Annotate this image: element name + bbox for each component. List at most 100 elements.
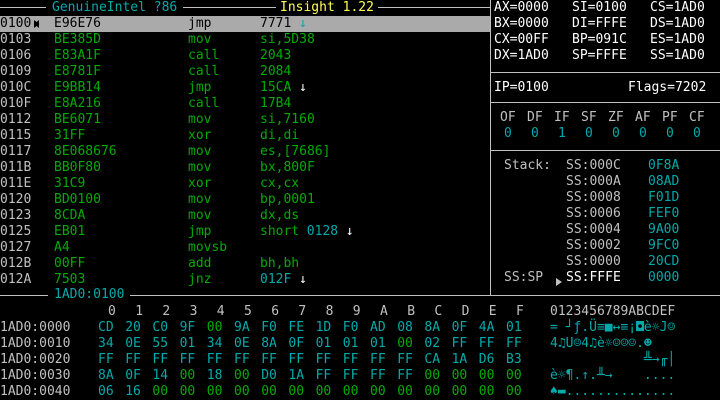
register-value[interactable]: CX=00FF xyxy=(494,32,549,48)
disasm-row[interactable]: 010F E8A216 call 17B4 xyxy=(0,96,490,112)
stack-value[interactable]: 9A00 xyxy=(648,222,679,238)
dump-ascii[interactable]: = ┘ƒ.Ü≡■↔≡¡◘è☼J☺ xyxy=(550,320,675,336)
stack-value[interactable]: 08AD xyxy=(648,174,679,190)
dump-byte[interactable]: 08 xyxy=(397,320,413,336)
dump-byte[interactable]: 00 xyxy=(234,368,250,384)
dump-byte[interactable]: 00 xyxy=(424,368,440,384)
dump-byte[interactable]: 00 xyxy=(343,384,359,400)
dump-byte[interactable]: FF xyxy=(316,352,332,368)
dump-byte[interactable]: 02 xyxy=(424,336,440,352)
dump-byte[interactable]: FF xyxy=(370,352,386,368)
disasm-row[interactable]: 0120 BD0100 mov bp,0001 xyxy=(0,192,490,208)
dump-byte[interactable]: 00 xyxy=(452,368,468,384)
dump-byte[interactable]: 00 xyxy=(397,336,413,352)
dump-byte[interactable]: 9A xyxy=(234,320,250,336)
dump-byte[interactable]: 0F xyxy=(125,368,141,384)
flag-value[interactable]: 0 xyxy=(666,126,674,142)
dump-byte[interactable]: FF xyxy=(343,352,359,368)
flags-register[interactable]: Flags=7202 xyxy=(628,80,706,96)
sssp-address[interactable]: SS:FFFE xyxy=(566,270,621,286)
dump-byte[interactable]: 00 xyxy=(424,384,440,400)
register-value[interactable]: CS=1AD0 xyxy=(650,0,705,16)
dump-byte[interactable]: 00 xyxy=(506,368,522,384)
dump-byte[interactable]: CD xyxy=(98,320,114,336)
dump-byte[interactable]: 00 xyxy=(479,384,495,400)
disasm-row[interactable]: 0109 E8781F call 2084 xyxy=(0,64,490,80)
dump-byte[interactable]: FF xyxy=(316,368,332,384)
dump-byte[interactable]: 4A xyxy=(479,320,495,336)
registers-pane[interactable]: AX=0000 SI=0100 CS=1AD0 BX=0000 DI=FFFE DS=1A… xyxy=(494,0,720,64)
register-value[interactable]: DS=1AD0 xyxy=(650,16,705,32)
ip-register[interactable]: IP=0100 xyxy=(494,80,549,96)
disasm-row[interactable]: 0103 BE385D mov si,5D38 xyxy=(0,32,490,48)
dump-byte[interactable]: FF xyxy=(288,352,304,368)
memory-dump-pane[interactable]: 0 1 2 3 4 5 6 7 8 9 A B C D E F 0123456789ABCDEF 1AD0:000… xyxy=(0,304,720,400)
dump-byte[interactable]: 0F xyxy=(288,336,304,352)
dump-byte[interactable]: 0F xyxy=(452,320,468,336)
register-value[interactable]: DX=1AD0 xyxy=(494,48,549,64)
dump-byte[interactable]: D6 xyxy=(479,352,495,368)
disasm-row[interactable]: 0127 A4 movsb xyxy=(0,240,490,256)
flag-value[interactable]: 0 xyxy=(585,126,593,142)
disasm-row[interactable]: 012B 00FF add bh,bh xyxy=(0,256,490,272)
stack-value[interactable]: F01D xyxy=(648,190,679,206)
dump-byte[interactable]: 00 xyxy=(180,368,196,384)
dump-byte[interactable]: FF xyxy=(343,368,359,384)
dump-byte[interactable]: FF xyxy=(452,336,468,352)
dump-byte[interactable]: 00 xyxy=(506,384,522,400)
flag-value[interactable]: 0 xyxy=(504,126,512,142)
dump-byte[interactable]: 00 xyxy=(452,384,468,400)
disasm-row[interactable]: 0125 EB01 jmp short 0128 ↓ xyxy=(0,224,490,240)
dump-byte[interactable]: 8A xyxy=(424,320,440,336)
dump-byte[interactable]: FF xyxy=(98,352,114,368)
disasm-row[interactable]: 0100 E96E76 jmp 7771 ↓ xyxy=(0,16,490,32)
flag-value[interactable]: 0 xyxy=(531,126,539,142)
disasm-row[interactable]: 0106 E83A1F call 2043 xyxy=(0,48,490,64)
dump-byte[interactable]: 1D xyxy=(316,320,332,336)
flag-value[interactable]: 1 xyxy=(558,126,566,142)
dump-byte[interactable]: 01 xyxy=(343,336,359,352)
dump-byte[interactable]: 06 xyxy=(98,384,114,400)
dump-byte[interactable]: FF xyxy=(207,352,223,368)
stack-value[interactable]: 0F8A xyxy=(648,158,679,174)
dump-byte[interactable]: C0 xyxy=(152,320,168,336)
disasm-row[interactable]: 011B BB0F80 mov bx,800F xyxy=(0,160,490,176)
register-value[interactable]: BP=091C xyxy=(572,32,627,48)
dump-byte[interactable]: B3 xyxy=(506,352,522,368)
stack-pane[interactable]: SS:000C 0F8A SS:000A 08AD SS:0008 F01D SS:0006… xyxy=(560,158,720,270)
dump-byte[interactable]: FF xyxy=(180,352,196,368)
flag-value[interactable]: 0 xyxy=(693,126,701,142)
dump-byte[interactable]: 00 xyxy=(397,384,413,400)
dump-byte[interactable]: FF xyxy=(479,336,495,352)
register-value[interactable]: SI=0100 xyxy=(572,0,627,16)
dump-byte[interactable]: 01 xyxy=(370,336,386,352)
dump-byte[interactable]: FF xyxy=(506,336,522,352)
dump-byte[interactable]: D0 xyxy=(261,368,277,384)
dump-byte[interactable]: 34 xyxy=(207,336,223,352)
dump-ascii[interactable]: è☼¶.↑.╨→ .... xyxy=(550,368,675,384)
register-value[interactable]: AX=0000 xyxy=(494,0,549,16)
dump-byte[interactable]: 00 xyxy=(316,384,332,400)
dump-byte[interactable]: 00 xyxy=(234,384,250,400)
flags-pane[interactable]: OF 0 DF 0 IF 1 SF 0 ZF 0 AF 0 PF 0 CF 0 xyxy=(500,110,720,144)
dump-byte[interactable]: 00 xyxy=(479,368,495,384)
register-value[interactable]: BX=0000 xyxy=(494,16,549,32)
dump-byte[interactable]: 34 xyxy=(98,336,114,352)
dump-byte[interactable]: 00 xyxy=(261,384,277,400)
stack-value[interactable]: 20CD xyxy=(648,254,679,270)
dump-byte[interactable]: 1A xyxy=(288,368,304,384)
dump-byte[interactable]: 01 xyxy=(506,320,522,336)
disasm-row[interactable]: 0117 8E068676 mov es,[7686] xyxy=(0,144,490,160)
disasm-row[interactable]: 010C E9BB14 jmp 15CA ↓ xyxy=(0,80,490,96)
dump-byte[interactable]: 0E xyxy=(234,336,250,352)
disasm-row[interactable]: 012A 7503 jnz 012F ↓ xyxy=(0,272,490,288)
dump-byte[interactable]: 00 xyxy=(180,384,196,400)
dump-ascii[interactable]: ╩→╓│ xyxy=(550,352,675,368)
dump-byte[interactable]: F0 xyxy=(261,320,277,336)
dump-ascii[interactable]: 4♫U☺4♫è☼☺☺☺.☻ xyxy=(550,336,675,352)
dump-byte[interactable]: FF xyxy=(397,352,413,368)
dump-byte[interactable]: 8A xyxy=(98,368,114,384)
dump-byte[interactable]: 1A xyxy=(452,352,468,368)
register-value[interactable]: SS=1AD0 xyxy=(650,48,705,64)
dump-byte[interactable]: AD xyxy=(370,320,386,336)
